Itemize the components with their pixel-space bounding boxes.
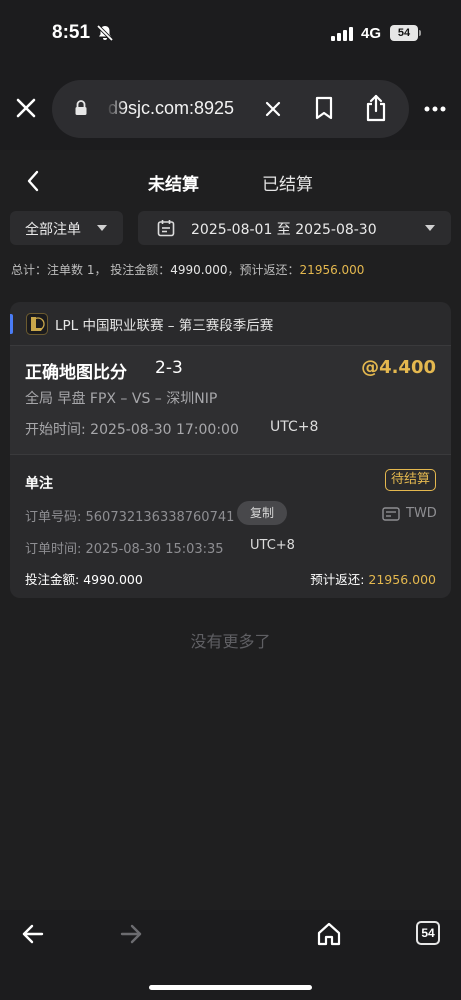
tab-settled[interactable]: 已结算 xyxy=(262,170,313,195)
order-timezone: UTC+8 xyxy=(250,538,295,553)
summary-line: 总计：注单数 1， 投注金额：4990.000，预计返还：21956.000 xyxy=(11,261,364,278)
divider xyxy=(10,454,451,455)
currency-icon xyxy=(382,507,400,521)
league-accent-bar xyxy=(10,314,13,334)
market-name: 正确地图比分 xyxy=(25,363,127,383)
clear-icon[interactable] xyxy=(263,99,283,119)
url-text[interactable]: d9sjc.com:8925 xyxy=(108,98,248,119)
close-icon[interactable] xyxy=(14,96,38,120)
order-time: 订单时间: 2025-08-30 15:03:35 xyxy=(25,542,224,557)
lol-logo-icon xyxy=(26,313,48,335)
bet-card: LPL 中国职业联赛 – 第三赛段季后赛 正确地图比分 2-3 @4.400 全… xyxy=(10,302,451,598)
summary-return: 21956.000 xyxy=(299,263,365,277)
summary-prefix: 总计：注单数 1， 投注金额： xyxy=(11,263,171,277)
signal-icon xyxy=(331,27,353,41)
no-more-text: 没有更多了 xyxy=(190,632,271,651)
caret-down-icon xyxy=(425,225,435,231)
battery-tip xyxy=(419,30,421,36)
bet-type-label: 全部注单 xyxy=(25,222,81,238)
caret-down-icon xyxy=(97,225,107,231)
summary-stake: 4990.000 xyxy=(170,263,228,277)
home-icon[interactable] xyxy=(316,921,342,947)
battery-indicator: 54 xyxy=(390,25,418,41)
arrow-left-icon[interactable] xyxy=(21,923,45,945)
start-time: 开始时间: 2025-08-30 17:00:00 xyxy=(25,422,239,438)
stake-label: 投注金额: xyxy=(25,572,84,587)
status-badge: 待结算 xyxy=(384,469,436,491)
summary-mid: ，预计返还： xyxy=(227,263,300,277)
more-icon[interactable] xyxy=(424,106,446,112)
date-range-label: 2025-08-01 至 2025-08-30 xyxy=(191,222,377,238)
status-time: 8:51 xyxy=(52,22,91,43)
date-range-dropdown[interactable]: 2025-08-01 至 2025-08-30 xyxy=(138,211,451,245)
odds-value: @4.400 xyxy=(361,357,436,378)
calendar-icon xyxy=(157,220,175,237)
network-type: 4G xyxy=(361,25,382,42)
stake-value: 4990.000 xyxy=(83,572,143,587)
return-value: 21956.000 xyxy=(368,572,436,587)
copy-button[interactable]: 复制 xyxy=(237,501,287,525)
return-label: 预计返还: xyxy=(310,572,369,587)
selection-score: 2-3 xyxy=(155,358,183,378)
lock-icon xyxy=(75,100,87,115)
bookmark-icon[interactable] xyxy=(314,96,334,120)
start-timezone: UTC+8 xyxy=(270,419,319,435)
chevron-left-icon[interactable] xyxy=(26,170,40,192)
tab-unsettled[interactable]: 未结算 xyxy=(148,170,199,195)
tabs-button[interactable]: 54 xyxy=(416,921,440,945)
match-teams: 全局 早盘 FPX – VS – 深圳NIP xyxy=(25,391,218,407)
home-indicator xyxy=(149,985,312,990)
order-number: 订单号码: 560732136338760741 xyxy=(25,510,235,525)
league-name: LPL 中国职业联赛 – 第三赛段季后赛 xyxy=(55,318,274,334)
share-icon[interactable] xyxy=(364,94,388,122)
expected-return: 预计返还: 21956.000 xyxy=(310,569,436,588)
bet-type: 单注 xyxy=(25,476,53,492)
currency-label: TWD xyxy=(406,506,437,521)
arrow-right-icon[interactable] xyxy=(119,923,143,945)
bell-mute-icon xyxy=(96,24,114,42)
url-fade xyxy=(106,94,126,124)
bet-type-dropdown[interactable]: 全部注单 xyxy=(10,211,123,245)
stake-amount: 投注金额: 4990.000 xyxy=(25,569,143,588)
